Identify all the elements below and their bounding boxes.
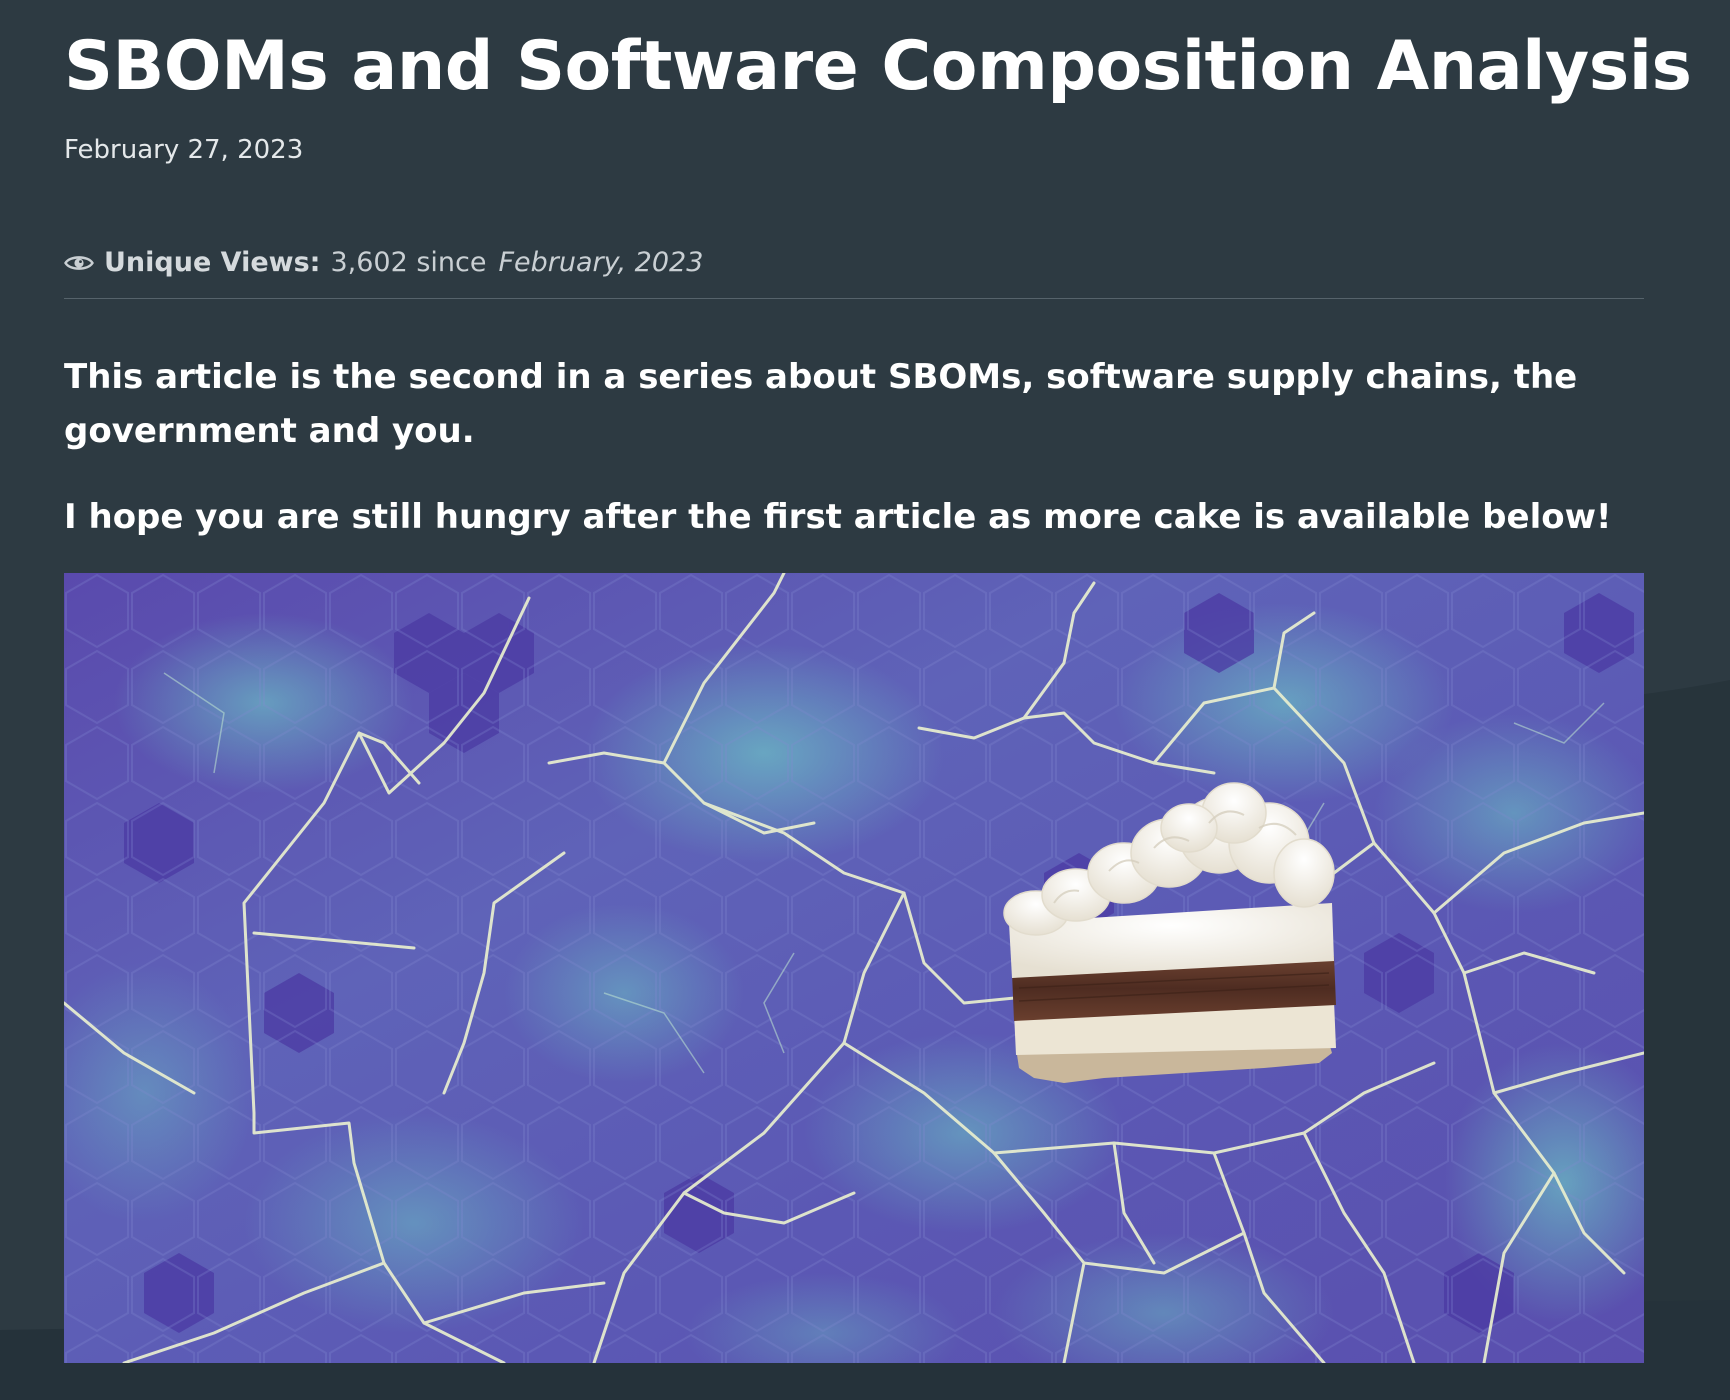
page-title: SBOMs and Software Composition Analysis xyxy=(64,27,1692,106)
views-since-date: February, 2023 xyxy=(498,247,704,278)
divider xyxy=(64,298,1644,299)
views-label: Unique Views: xyxy=(104,247,321,278)
unique-views: Unique Views: 3,602 since February, 2023 xyxy=(64,244,703,282)
intro-paragraph: This article is the second in a series a… xyxy=(64,357,1578,451)
views-count: 3,602 since xyxy=(330,247,487,278)
hero-image xyxy=(64,573,1644,1363)
publish-date: February 27, 2023 xyxy=(64,135,304,165)
cake-paragraph: I hope you are still hungry after the fi… xyxy=(64,497,1612,537)
eye-icon xyxy=(64,256,94,270)
